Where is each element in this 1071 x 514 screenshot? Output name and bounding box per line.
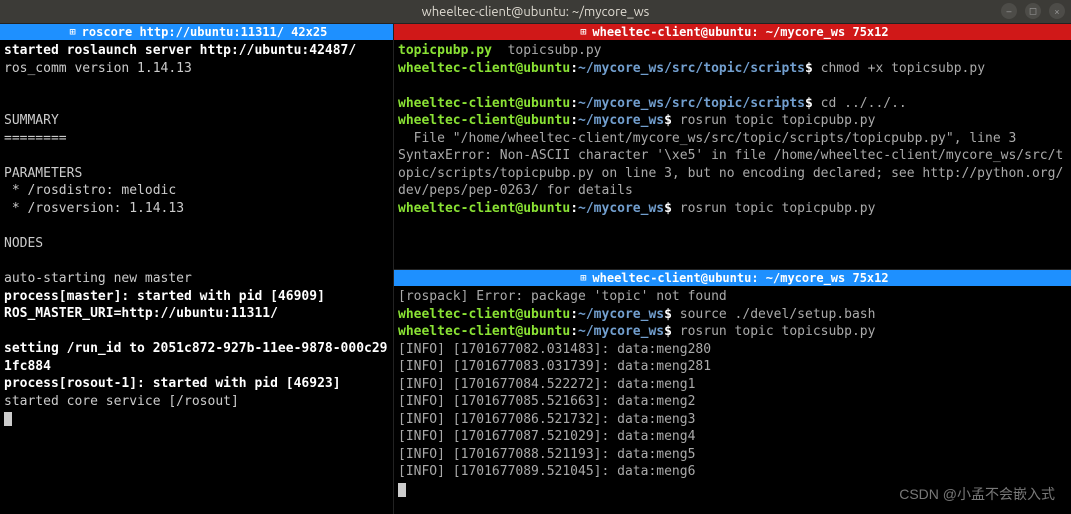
terminal-line: [INFO] [1701677089.521045]: data:meng6	[398, 463, 1067, 481]
terminal-line: auto-starting new master	[4, 270, 389, 288]
terminal-line	[4, 410, 389, 428]
terminal-line: [INFO] [1701677088.521193]: data:meng5	[398, 446, 1067, 464]
terminal-line: * /rosversion: 1.14.13	[4, 200, 389, 218]
terminal-line: started roslaunch server http://ubuntu:4…	[4, 42, 389, 60]
terminal-line: wheeltec-client@ubuntu:~/mycore_ws/src/t…	[398, 95, 1067, 113]
split-icon: ⊞	[576, 25, 590, 39]
terminal-line: [rospack] Error: package 'topic' not fou…	[398, 288, 1067, 306]
left-pane: ⊞ roscore http://ubuntu:11311/ 42x25 sta…	[0, 24, 394, 514]
split-icon: ⊞	[576, 271, 590, 285]
right-bottom-title-text: wheeltec-client@ubuntu: ~/mycore_ws 75x1…	[592, 271, 888, 285]
window-title: wheeltec-client@ubuntu: ~/mycore_ws	[422, 5, 650, 19]
terminal-line: wheeltec-client@ubuntu:~/mycore_ws$ rosr…	[398, 323, 1067, 341]
right-bottom-terminal[interactable]: [rospack] Error: package 'topic' not fou…	[394, 286, 1071, 514]
terminal-line	[4, 323, 389, 341]
terminal-line: process[rosout-1]: started with pid [469…	[4, 375, 389, 393]
terminal-line	[4, 95, 389, 113]
terminal-line	[4, 217, 389, 235]
maximize-button[interactable]: ◻	[1025, 3, 1041, 19]
terminal-line: PARAMETERS	[4, 165, 389, 183]
terminal-line: File "/home/wheeltec-client/mycore_ws/sr…	[398, 130, 1067, 148]
terminal-line: [INFO] [1701677085.521663]: data:meng2	[398, 393, 1067, 411]
terminal-line: ros_comm version 1.14.13	[4, 60, 389, 78]
terminal-line	[4, 253, 389, 271]
window-titlebar: wheeltec-client@ubuntu: ~/mycore_ws – ◻ …	[0, 0, 1071, 24]
terminal-line: wheeltec-client@ubuntu:~/mycore_ws/src/t…	[398, 60, 1067, 78]
terminal-line: [INFO] [1701677087.521029]: data:meng4	[398, 428, 1067, 446]
terminal-line	[4, 147, 389, 165]
terminal-line: process[master]: started with pid [46909…	[4, 288, 389, 306]
terminal-line: ========	[4, 130, 389, 148]
left-pane-title-text: roscore http://ubuntu:11311/ 42x25	[82, 25, 328, 39]
split-icon: ⊞	[66, 25, 80, 39]
terminal-line: [INFO] [1701677083.031739]: data:meng281	[398, 358, 1067, 376]
terminator-workspace: ⊞ roscore http://ubuntu:11311/ 42x25 sta…	[0, 24, 1071, 514]
terminal-line: [INFO] [1701677086.521732]: data:meng3	[398, 411, 1067, 429]
right-column: ⊞ wheeltec-client@ubuntu: ~/mycore_ws 75…	[394, 24, 1071, 514]
right-top-terminal[interactable]: topicpubp.py topicsubp.pywheeltec-client…	[394, 40, 1071, 269]
terminal-line: started core service [/rosout]	[4, 393, 389, 411]
terminal-line: ROS_MASTER_URI=http://ubuntu:11311/	[4, 305, 389, 323]
close-button[interactable]: ×	[1049, 3, 1065, 19]
terminal-line: SUMMARY	[4, 112, 389, 130]
right-top-title[interactable]: ⊞ wheeltec-client@ubuntu: ~/mycore_ws 75…	[394, 24, 1071, 40]
right-bottom-title[interactable]: ⊞ wheeltec-client@ubuntu: ~/mycore_ws 75…	[394, 270, 1071, 286]
minimize-button[interactable]: –	[1001, 3, 1017, 19]
right-top-title-text: wheeltec-client@ubuntu: ~/mycore_ws 75x1…	[592, 25, 888, 39]
terminal-line: NODES	[4, 235, 389, 253]
terminal-line: wheeltec-client@ubuntu:~/mycore_ws$ sour…	[398, 306, 1067, 324]
terminal-line	[4, 77, 389, 95]
terminal-line	[398, 481, 1067, 499]
terminal-line: [INFO] [1701677082.031483]: data:meng280	[398, 341, 1067, 359]
terminal-line: * /rosdistro: melodic	[4, 182, 389, 200]
right-top-pane: ⊞ wheeltec-client@ubuntu: ~/mycore_ws 75…	[394, 24, 1071, 270]
terminal-line: [INFO] [1701677084.522272]: data:meng1	[398, 376, 1067, 394]
terminal-line: topicpubp.py topicsubp.py	[398, 42, 1067, 60]
window-controls: – ◻ ×	[1001, 3, 1065, 19]
left-pane-title[interactable]: ⊞ roscore http://ubuntu:11311/ 42x25	[0, 24, 393, 40]
right-bottom-pane: ⊞ wheeltec-client@ubuntu: ~/mycore_ws 75…	[394, 270, 1071, 514]
left-terminal[interactable]: started roslaunch server http://ubuntu:4…	[0, 40, 393, 514]
terminal-line: wheeltec-client@ubuntu:~/mycore_ws$ rosr…	[398, 112, 1067, 130]
terminal-line: SyntaxError: Non-ASCII character '\xe5' …	[398, 147, 1067, 200]
terminal-line	[398, 77, 1067, 95]
terminal-line: setting /run_id to 2051c872-927b-11ee-98…	[4, 340, 389, 375]
terminal-line: wheeltec-client@ubuntu:~/mycore_ws$ rosr…	[398, 200, 1067, 218]
